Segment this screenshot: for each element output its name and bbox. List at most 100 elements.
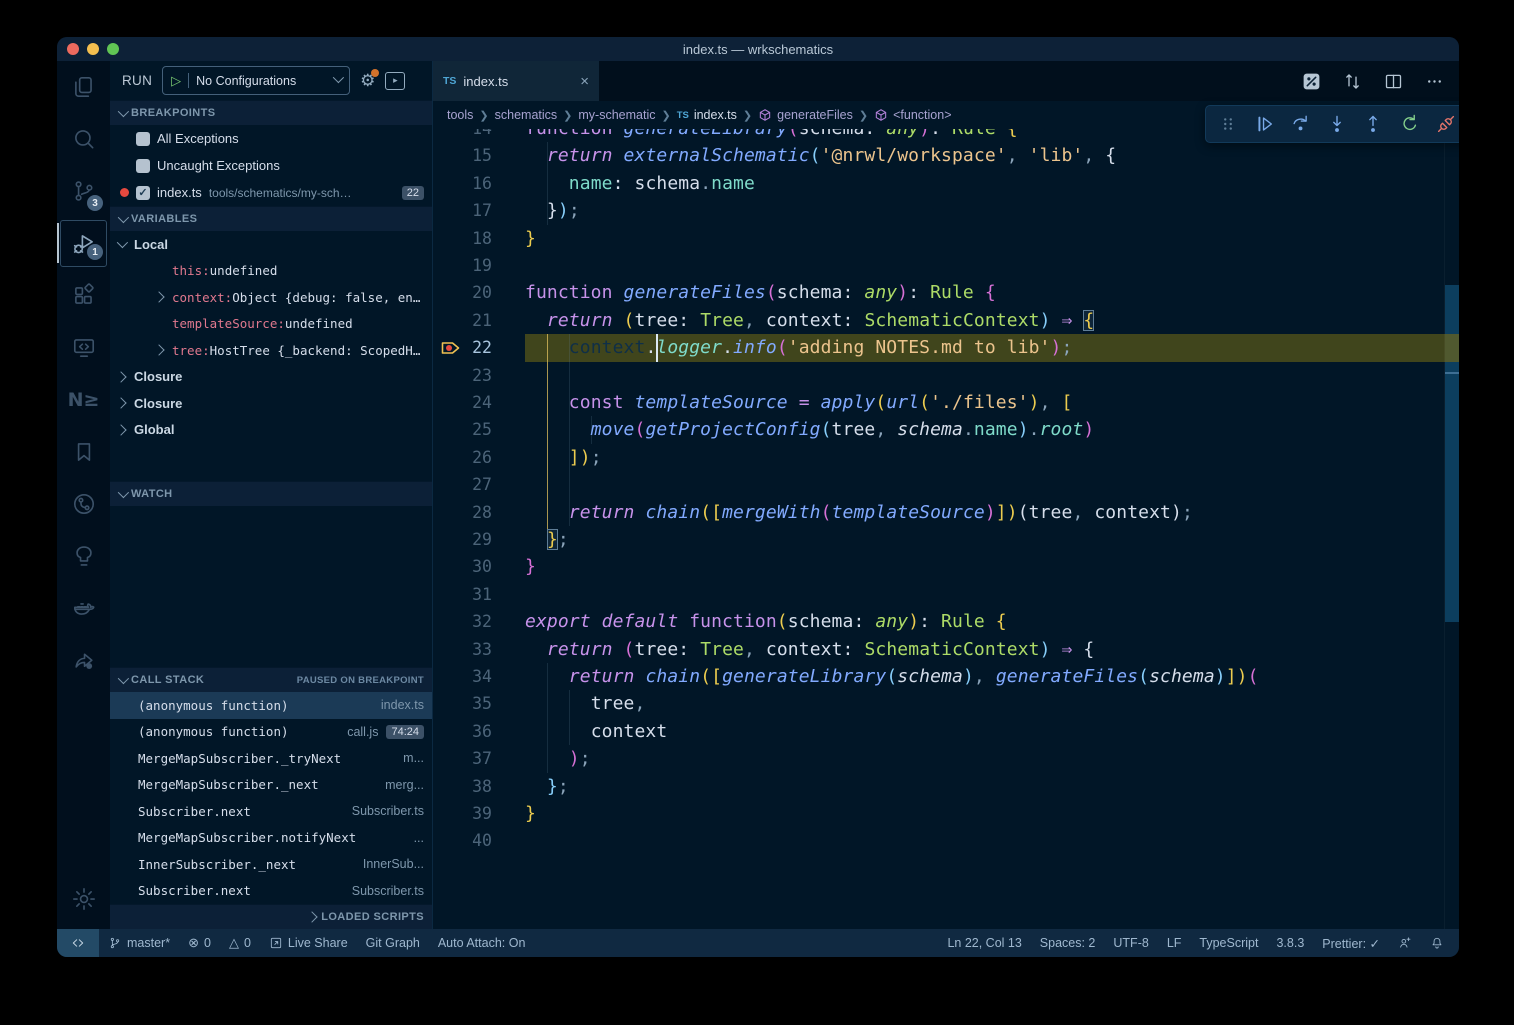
status-git-graph[interactable]: Git Graph <box>357 929 429 957</box>
breakpoint-row[interactable]: Uncaught Exceptions <box>110 152 432 179</box>
watch-section-header[interactable]: WATCH <box>110 481 432 506</box>
breadcrumb-item--function-[interactable]: <function> <box>874 108 951 122</box>
split-editor-button[interactable] <box>1383 71 1404 92</box>
code-line-29: 29 }; <box>433 526 1459 553</box>
tab-index-ts[interactable]: TS index.ts × <box>433 61 599 101</box>
call-stack-frame[interactable]: MergeMapSubscriber._nextmerg... <box>110 772 432 799</box>
activity-bar-item-test-explorer[interactable] <box>61 530 106 582</box>
scope-label: Global <box>134 422 174 437</box>
breakpoints-section-header[interactable]: BREAKPOINTS <box>110 100 432 125</box>
status-ts-version[interactable]: 3.8.3 <box>1267 929 1313 957</box>
code-line-33: 33 return (tree: Tree, context: Schemati… <box>433 636 1459 663</box>
variables-scope-row[interactable]: Closure <box>110 390 432 417</box>
status-eol[interactable]: LF <box>1158 929 1191 957</box>
code-text: tree, <box>525 690 645 717</box>
variable-row[interactable]: tree: HostTree {_backend: ScopedH… <box>110 337 432 364</box>
line-number: 21 <box>433 307 492 334</box>
status-warnings[interactable]: △0 <box>220 929 260 957</box>
step-into-button[interactable] <box>1323 110 1351 138</box>
open-changes-button[interactable] <box>1301 71 1322 92</box>
variables-scope-row[interactable]: Local <box>110 231 432 258</box>
chevron-down-icon <box>117 237 128 248</box>
disconnect-icon <box>1435 113 1457 135</box>
step-over-button[interactable] <box>1287 110 1315 138</box>
compare-changes-button[interactable] <box>1342 71 1363 92</box>
breakpoint-row[interactable]: ✓index.tstools/schematics/my-sch…22 <box>110 179 432 206</box>
nx-console-icon: N≥ <box>68 389 100 411</box>
close-tab-icon[interactable]: × <box>580 73 589 90</box>
activity-bar-item-nx-console[interactable]: N≥ <box>61 374 106 426</box>
status-prettier[interactable]: Prettier: ✓ <box>1313 929 1389 957</box>
launch-configuration-dropdown[interactable]: ▷ No Configurations <box>162 66 350 95</box>
activity-bar-item-gitlens[interactable] <box>61 478 106 530</box>
breadcrumb-item-tools[interactable]: tools <box>447 108 473 122</box>
line-number: 30 <box>433 553 492 580</box>
status-language[interactable]: TypeScript <box>1190 929 1267 957</box>
activity-bar-item-search[interactable] <box>61 113 106 165</box>
bookmarks-icon <box>71 439 97 465</box>
activity-bar-item-remote-explorer[interactable] <box>61 322 106 374</box>
status-indentation[interactable]: Spaces: 2 <box>1031 929 1105 957</box>
code-text: return chain([mergeWith(templateSource)]… <box>525 499 1193 526</box>
activity-bar-item-bookmarks[interactable] <box>61 426 106 478</box>
debug-console-icon[interactable]: ▸ <box>385 72 405 90</box>
variables-section-header[interactable]: VARIABLES <box>110 206 432 231</box>
status-live-share[interactable]: Live Share <box>260 929 357 957</box>
activity-bar-item-run-and-debug[interactable]: 1 <box>60 220 107 267</box>
variable-value: undefined <box>285 316 353 331</box>
activity-bar-item-settings[interactable] <box>61 869 106 929</box>
status-label: Ln 22, Col 13 <box>947 936 1021 950</box>
status-notifications[interactable] <box>1421 929 1453 957</box>
call-stack-frame[interactable]: InnerSubscriber._nextInnerSub... <box>110 851 432 878</box>
frame-function: (anonymous function) <box>138 698 289 713</box>
remote-indicator[interactable] <box>57 929 99 957</box>
activity-bar-item-explorer[interactable] <box>61 61 106 113</box>
call-stack-frame[interactable]: Subscriber.nextSubscriber.ts <box>110 798 432 825</box>
continue-button[interactable] <box>1250 110 1278 138</box>
restart-button[interactable] <box>1396 110 1424 138</box>
call-stack-frame[interactable]: Subscriber.nextSubscriber.ts <box>110 878 432 905</box>
activity-bar-item-docker[interactable] <box>61 582 106 634</box>
breadcrumb-item-generatefiles[interactable]: generateFiles <box>758 108 853 122</box>
status-errors[interactable]: ⊗0 <box>179 929 220 957</box>
variable-row[interactable]: templateSource: undefined <box>110 311 432 338</box>
code-area[interactable]: 14function generateLibrary(schema: any):… <box>433 129 1459 929</box>
more-actions-button[interactable] <box>1424 71 1445 92</box>
call-stack-frame[interactable]: (anonymous function)call.js74:24 <box>110 719 432 746</box>
text-cursor <box>656 334 658 361</box>
status-bar: master*⊗0△0Live ShareGit GraphAuto Attac… <box>57 929 1459 957</box>
loaded-scripts-section-header[interactable]: LOADED SCRIPTS <box>110 904 432 929</box>
breadcrumb-item-my-schematic[interactable]: my-schematic <box>578 108 655 122</box>
activity-bar-item-source-control[interactable]: 3 <box>61 165 106 217</box>
variable-row[interactable]: context: Object {debug: false, en… <box>110 284 432 311</box>
status-auto-attach[interactable]: Auto Attach: On <box>429 929 535 957</box>
drag-handle[interactable] <box>1214 110 1242 138</box>
frame-function: MergeMapSubscriber._next <box>138 777 319 792</box>
breadcrumb-item-schematics[interactable]: schematics <box>495 108 558 122</box>
activity-bar-item-live-share[interactable] <box>61 634 106 686</box>
breakpoint-row[interactable]: All Exceptions <box>110 125 432 152</box>
status-encoding[interactable]: UTF-8 <box>1104 929 1157 957</box>
breakpoint-checkbox[interactable] <box>136 132 150 146</box>
status-feedback[interactable] <box>1389 929 1421 957</box>
breakpoint-checkbox[interactable]: ✓ <box>136 186 150 200</box>
breakpoint-checkbox[interactable] <box>136 159 150 173</box>
variable-row[interactable]: this: undefined <box>110 258 432 285</box>
vscode-window: index.ts — wrkschematics 31N≥ RUN ▷ No C… <box>57 37 1459 957</box>
call-stack-section-header[interactable]: CALL STACK PAUSED ON BREAKPOINT <box>110 667 432 692</box>
disconnect-button[interactable] <box>1432 110 1459 138</box>
variables-scope-row[interactable]: Global <box>110 417 432 444</box>
start-debug-icon[interactable]: ▷ <box>171 74 181 87</box>
status-cursor-position[interactable]: Ln 22, Col 13 <box>938 929 1030 957</box>
call-stack-frame[interactable]: MergeMapSubscriber._tryNextm... <box>110 745 432 772</box>
breadcrumb-item-index-ts[interactable]: TSindex.ts <box>677 108 737 122</box>
scrollbar[interactable] <box>1444 129 1459 929</box>
call-stack-frame[interactable]: (anonymous function)index.ts <box>110 692 432 719</box>
call-stack-frame[interactable]: MergeMapSubscriber.notifyNext... <box>110 825 432 852</box>
status-branch[interactable]: master* <box>99 929 179 957</box>
step-out-button[interactable] <box>1359 110 1387 138</box>
variables-scope-row[interactable]: Closure <box>110 364 432 391</box>
activity-bar-item-extensions[interactable] <box>61 270 106 322</box>
paused-breakpoint-icon[interactable] <box>441 334 463 361</box>
debug-settings-gear[interactable]: ⚙ <box>360 71 375 91</box>
